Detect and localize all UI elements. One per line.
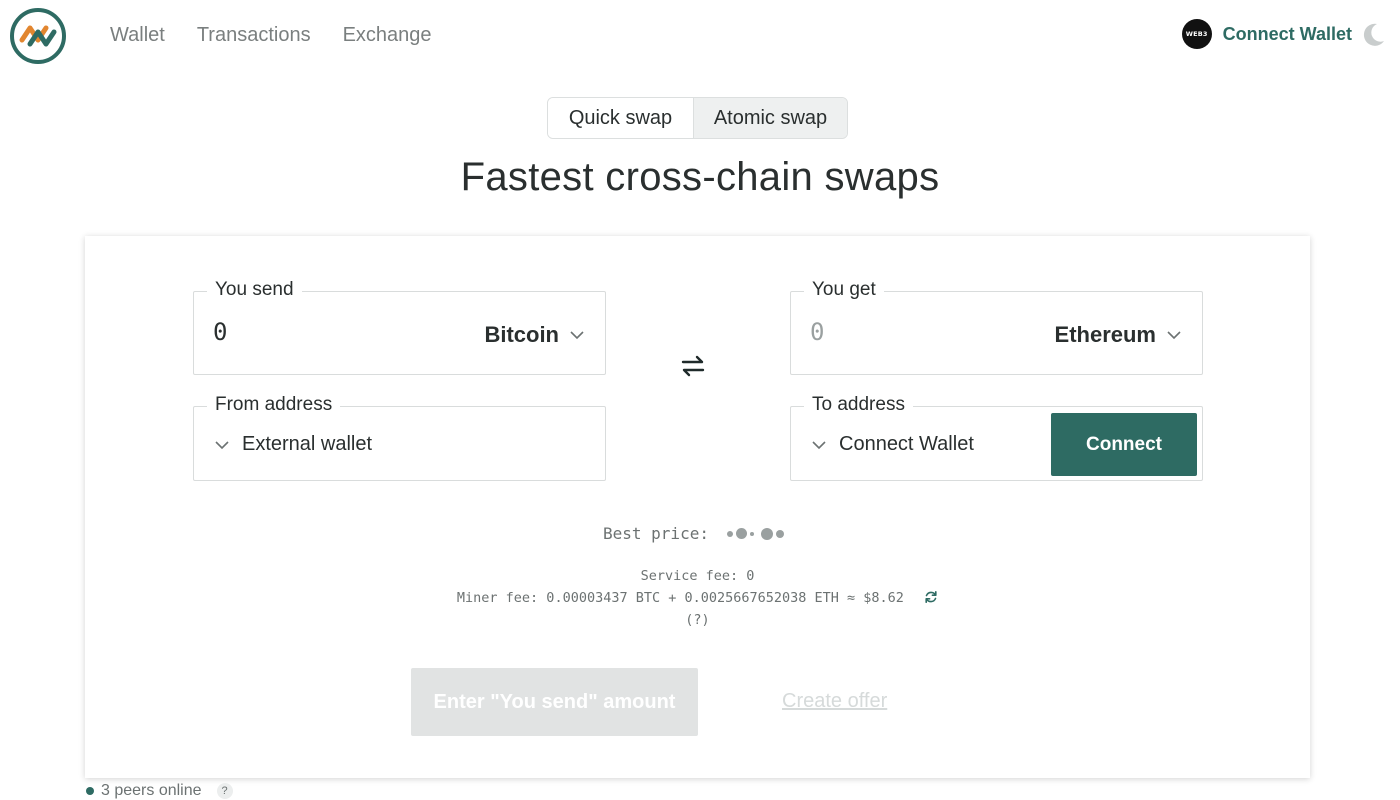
peers-status: 3 peers online ? <box>86 782 233 800</box>
swap-logo-icon[interactable] <box>9 7 67 65</box>
get-amount-field: You get 0 Ethereum <box>790 278 1203 375</box>
moon-icon[interactable] <box>1359 21 1387 49</box>
enter-amount-button[interactable]: Enter "You send" amount <box>411 668 698 736</box>
get-amount-input[interactable]: 0 <box>810 318 824 346</box>
to-address-select[interactable]: Connect Wallet <box>811 433 974 456</box>
from-address-field: From address External wallet <box>193 393 606 481</box>
send-amount-input[interactable]: 0 <box>213 318 227 346</box>
to-address-value: Connect Wallet <box>839 433 974 455</box>
chevron-down-icon <box>570 331 584 340</box>
peers-count: 3 peers online <box>101 782 202 799</box>
from-address-select[interactable]: External wallet <box>214 433 372 456</box>
send-coin-select[interactable]: Bitcoin <box>484 322 585 348</box>
fee-help-link[interactable]: (?) <box>685 612 709 628</box>
to-address-legend: To address <box>804 393 913 417</box>
send-amount-field: You send 0 Bitcoin <box>193 278 606 375</box>
web3-icon: WEB3 <box>1181 19 1212 49</box>
connect-wallet-header-button[interactable]: WEB3 Connect Wallet <box>1181 19 1352 49</box>
miner-fee-row: Miner fee: 0.00003437 BTC + 0.0025667652… <box>85 590 1310 606</box>
swap-direction-icon[interactable] <box>679 354 707 378</box>
connect-button[interactable]: Connect <box>1051 413 1197 476</box>
chevron-down-icon <box>1167 331 1181 340</box>
chevron-down-icon <box>215 440 229 449</box>
get-legend: You get <box>804 278 884 302</box>
online-dot-icon <box>86 787 94 795</box>
from-address-value: External wallet <box>242 433 373 455</box>
swap-mode-toggle: Quick swap Atomic swap <box>547 97 848 139</box>
get-coin-select[interactable]: Ethereum <box>1055 322 1182 348</box>
refresh-icon[interactable] <box>924 590 938 604</box>
nav-transactions[interactable]: Transactions <box>197 22 311 48</box>
miner-fee: Miner fee: 0.00003437 BTC + 0.0025667652… <box>456 590 904 606</box>
peers-help-icon[interactable]: ? <box>216 783 233 799</box>
to-address-field: To address Connect Wallet Connect <box>790 393 1203 481</box>
connect-wallet-label: Connect Wallet <box>1222 23 1352 44</box>
tab-quick-swap[interactable]: Quick swap <box>548 98 694 138</box>
create-offer-link[interactable]: Create offer <box>782 690 887 713</box>
swap-card: You send 0 Bitcoin You get 0 Ethereum Fr… <box>85 236 1310 778</box>
page-title: Fastest cross-chain swaps <box>460 155 940 199</box>
loading-dots-icon <box>726 527 784 540</box>
chevron-down-icon <box>812 440 826 449</box>
main-nav: Wallet Transactions Exchange <box>110 22 432 48</box>
from-address-legend: From address <box>207 393 341 417</box>
nav-exchange[interactable]: Exchange <box>343 22 432 48</box>
best-price: Best price: <box>603 524 784 543</box>
tab-atomic-swap[interactable]: Atomic swap <box>694 98 847 138</box>
send-coin-label: Bitcoin <box>484 322 559 347</box>
best-price-label: Best price: <box>603 524 709 543</box>
service-fee: Service fee: 0 <box>640 568 755 584</box>
header: Wallet Transactions Exchange WEB3 Connec… <box>0 0 1400 72</box>
get-coin-label: Ethereum <box>1054 322 1156 347</box>
send-legend: You send <box>207 278 302 302</box>
fee-help-row: (?) <box>85 612 1310 628</box>
nav-wallet[interactable]: Wallet <box>110 22 165 48</box>
